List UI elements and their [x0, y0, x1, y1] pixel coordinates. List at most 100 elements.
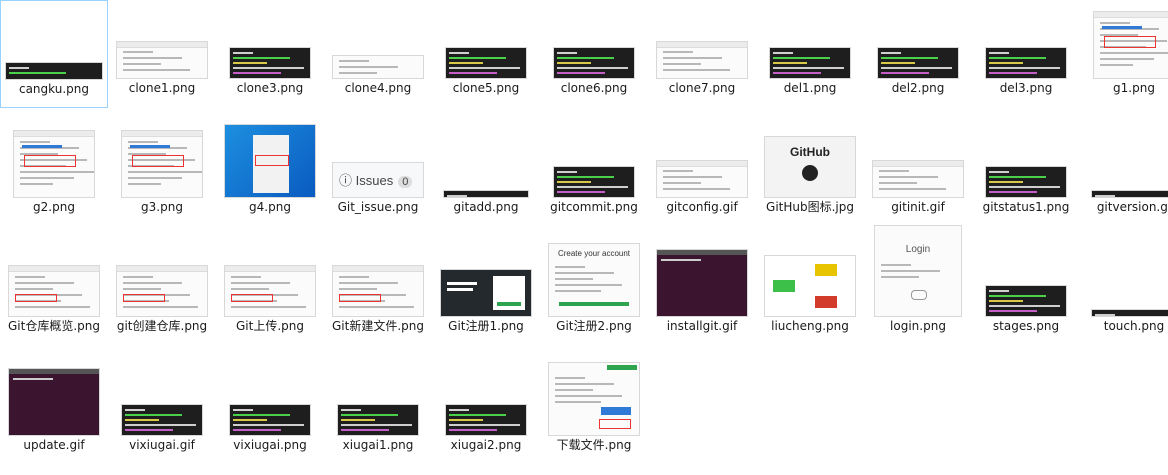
- file-item[interactable]: 下载文件.png: [540, 357, 648, 465]
- file-thumbnail: [864, 125, 972, 197]
- file-name-label: Git仓库概览.png: [8, 319, 100, 333]
- file-name-label: g3.png: [141, 200, 183, 214]
- file-item[interactable]: Login login.png: [864, 226, 972, 346]
- file-item[interactable]: GitHub GitHub图标.jpg: [756, 119, 864, 227]
- file-name-label: vixiugai.png: [233, 438, 307, 452]
- file-thumbnail: [216, 244, 324, 316]
- file-item[interactable]: g2.png: [0, 119, 108, 227]
- file-item[interactable]: gitadd.png: [432, 119, 540, 227]
- file-thumbnail: [108, 244, 216, 316]
- file-name-label: git创建仓库.png: [116, 319, 208, 333]
- file-item[interactable]: g1.png: [1080, 0, 1168, 108]
- file-item[interactable]: clone1.png: [108, 0, 216, 108]
- issues-tab: ⓘ Issues 0: [339, 170, 413, 189]
- file-item[interactable]: gitinit.gif: [864, 119, 972, 227]
- file-item[interactable]: clone7.png: [648, 0, 756, 108]
- file-name-label: clone4.png: [344, 81, 412, 95]
- file-name-label: gitstatus1.png: [982, 200, 1070, 214]
- file-name-label: gitinit.gif: [891, 200, 945, 214]
- create-account-heading: Create your account: [557, 249, 631, 258]
- file-item[interactable]: gitstatus1.png: [972, 119, 1080, 227]
- file-item[interactable]: liucheng.png: [756, 238, 864, 346]
- file-name-label: 下载文件.png: [556, 438, 632, 452]
- file-item[interactable]: g4.png: [216, 119, 324, 227]
- file-item[interactable]: g3.png: [108, 119, 216, 227]
- file-thumbnail: [1, 7, 107, 79]
- file-name-label: clone5.png: [452, 81, 520, 95]
- file-item[interactable]: touch.png: [1080, 238, 1168, 346]
- file-name-label: clone7.png: [668, 81, 736, 95]
- issues-count: 0: [398, 176, 413, 188]
- file-item[interactable]: Git注册1.png: [432, 238, 540, 346]
- file-name-label: del3.png: [999, 81, 1053, 95]
- file-thumbnail: [0, 363, 108, 435]
- file-thumbnail: [108, 363, 216, 435]
- file-thumbnail: [756, 6, 864, 78]
- file-item[interactable]: git创建仓库.png: [108, 238, 216, 346]
- file-item[interactable]: xiugai2.png: [432, 357, 540, 465]
- file-item[interactable]: del3.png: [972, 0, 1080, 108]
- file-item[interactable]: installgit.gif: [648, 238, 756, 346]
- file-item[interactable]: clone6.png: [540, 0, 648, 108]
- file-item[interactable]: gitversion.gi: [1080, 119, 1168, 227]
- file-item[interactable]: clone4.png: [324, 0, 432, 108]
- file-item[interactable]: clone5.png: [432, 0, 540, 108]
- file-name-label: clone6.png: [560, 81, 628, 95]
- file-thumbnail: [324, 363, 432, 435]
- file-name-label: clone3.png: [236, 81, 304, 95]
- file-thumbnail: [216, 363, 324, 435]
- file-item[interactable]: vixiugai.png: [216, 357, 324, 465]
- file-item[interactable]: update.gif: [0, 357, 108, 465]
- file-thumbnail: GitHub: [756, 125, 864, 197]
- file-thumbnail: [540, 125, 648, 197]
- file-item[interactable]: Git仓库概览.png: [0, 238, 108, 346]
- file-item[interactable]: del2.png: [864, 0, 972, 108]
- file-thumbnail: [648, 244, 756, 316]
- file-name-label: Git_issue.png: [337, 200, 419, 214]
- file-thumbnail: [972, 244, 1080, 316]
- file-item[interactable]: del1.png: [756, 0, 864, 108]
- file-thumbnail: [0, 244, 108, 316]
- file-name-label: liucheng.png: [771, 319, 849, 333]
- file-name-label: stages.png: [992, 319, 1060, 333]
- file-item[interactable]: ⓘ Issues 0 Git_issue.png: [324, 119, 432, 227]
- file-thumbnail: [540, 6, 648, 78]
- file-thumbnail: [972, 6, 1080, 78]
- file-name-label: gitadd.png: [453, 200, 519, 214]
- file-name-label: Git上传.png: [236, 319, 304, 333]
- file-item[interactable]: gitconfig.gif: [648, 119, 756, 227]
- file-thumbnail: [864, 6, 972, 78]
- octocat-icon: [802, 165, 818, 181]
- file-name-label: g1.png: [1113, 81, 1155, 95]
- file-thumbnail: [216, 6, 324, 78]
- file-item[interactable]: Git新建文件.png: [324, 238, 432, 346]
- file-thumbnail: Create your account: [540, 244, 648, 316]
- file-name-label: installgit.gif: [666, 319, 738, 333]
- file-thumbnail: [324, 6, 432, 78]
- login-heading: Login: [905, 244, 931, 255]
- file-thumbnail: [0, 125, 108, 197]
- file-name-label: GitHub图标.jpg: [766, 200, 854, 214]
- file-name-label: gitversion.gi: [1096, 200, 1168, 214]
- github-logo-text: GitHub: [790, 145, 830, 159]
- file-item[interactable]: vixiugai.gif: [108, 357, 216, 465]
- file-item[interactable]: clone3.png: [216, 0, 324, 108]
- file-item[interactable]: gitcommit.png: [540, 119, 648, 227]
- file-thumbnail: [324, 244, 432, 316]
- file-thumbnail: [1080, 6, 1168, 78]
- file-name-label: clone1.png: [128, 81, 196, 95]
- file-name-label: gitcommit.png: [550, 200, 638, 214]
- file-thumbnail: [756, 244, 864, 316]
- file-thumbnail: [1080, 125, 1168, 197]
- file-thumbnail: Login: [864, 226, 972, 316]
- file-item[interactable]: xiugai1.png: [324, 357, 432, 465]
- file-name-label: gitconfig.gif: [666, 200, 738, 214]
- file-item[interactable]: cangku.png: [0, 0, 108, 108]
- file-item[interactable]: stages.png: [972, 238, 1080, 346]
- file-thumbnail: [216, 125, 324, 197]
- file-item[interactable]: Create your account Git注册2.png: [540, 238, 648, 346]
- file-name-label: Git注册2.png: [556, 319, 632, 333]
- file-item[interactable]: Git上传.png: [216, 238, 324, 346]
- file-thumbnail: [432, 6, 540, 78]
- file-thumbnail: [432, 363, 540, 435]
